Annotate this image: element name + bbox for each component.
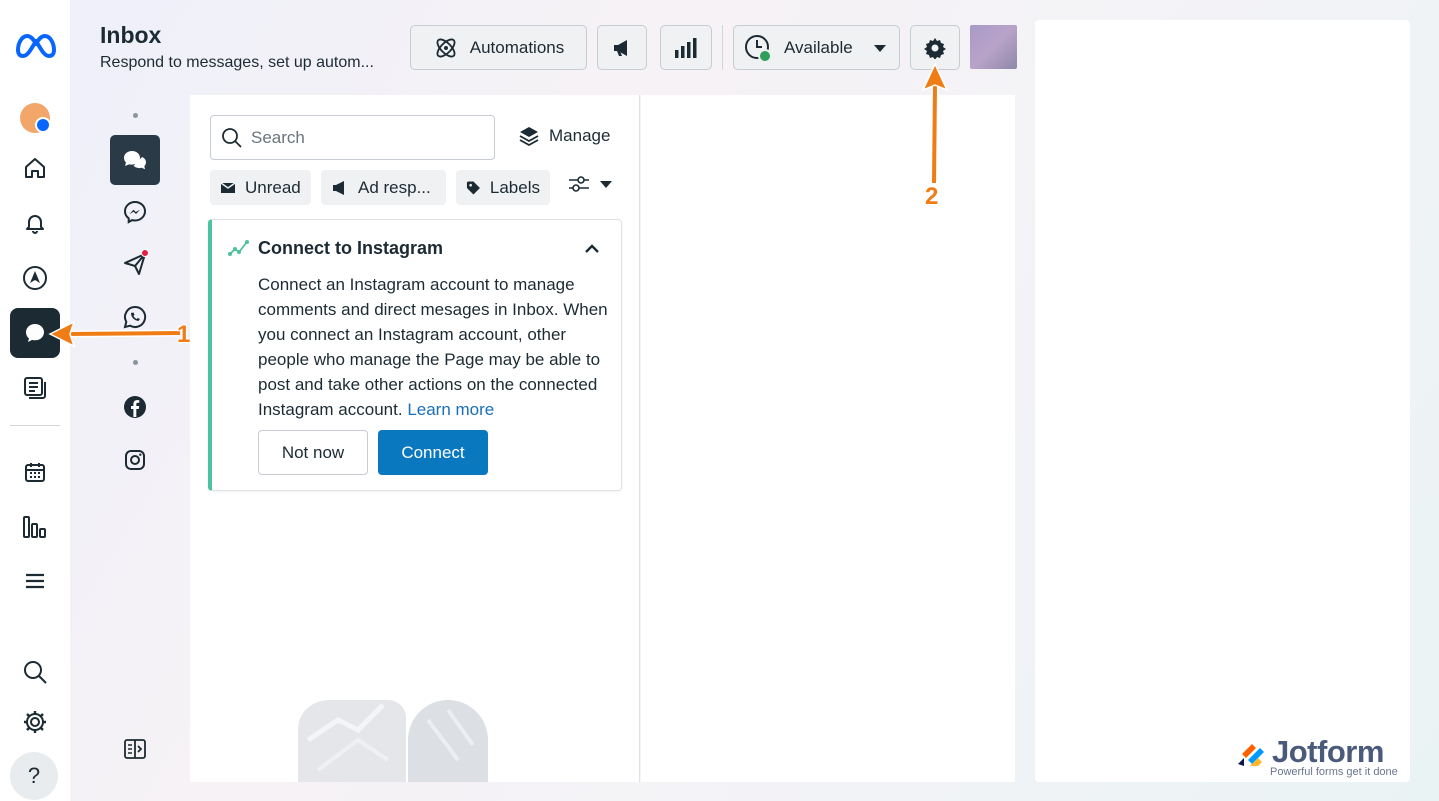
annotation-arrow-1 xyxy=(48,320,181,348)
page-title: Inbox xyxy=(100,22,162,48)
collapse-panel-button[interactable] xyxy=(110,724,160,774)
filter-ad-responses[interactable]: Ad resp... xyxy=(321,170,446,205)
filter-unread-label: Unread xyxy=(245,177,301,197)
page-subtitle: Respond to messages, set up autom... xyxy=(100,54,374,71)
bar-chart-icon xyxy=(675,37,697,58)
profile-thumbnail[interactable] xyxy=(970,25,1017,69)
left-navigation: ? xyxy=(0,0,70,801)
automations-label: Automations xyxy=(469,37,565,57)
envelope-icon xyxy=(220,181,236,193)
jotform-logo-icon xyxy=(1238,744,1264,766)
annotation-label-1: 1 xyxy=(177,321,191,348)
facebook-tab[interactable] xyxy=(110,382,160,432)
search-icon[interactable] xyxy=(10,647,60,697)
filter-settings-button[interactable] xyxy=(568,175,612,193)
filter-labels-label: Labels xyxy=(489,177,540,197)
search-icon xyxy=(222,127,242,148)
chat-bubbles-icon xyxy=(124,151,146,170)
chevron-up-icon[interactable] xyxy=(584,242,600,254)
instagram-icon xyxy=(125,450,145,470)
clock-status-icon xyxy=(744,34,772,63)
separator-dot xyxy=(133,113,138,118)
annotation-arrow-2 xyxy=(921,62,949,184)
annotation-label-2: 2 xyxy=(925,183,939,210)
direct-messages-tab[interactable] xyxy=(110,239,160,289)
settings-gear-icon[interactable] xyxy=(10,697,60,747)
availability-label: Available xyxy=(784,37,853,57)
empty-state-illustration xyxy=(298,700,498,782)
content-pages-icon[interactable] xyxy=(10,363,60,413)
jotform-brand: Jotform xyxy=(1272,734,1384,769)
notifications-bell-icon[interactable] xyxy=(10,198,60,248)
availability-dropdown[interactable]: Available xyxy=(733,25,900,70)
card-body: Connect an Instagram account to manage c… xyxy=(258,272,610,422)
status-dot xyxy=(758,48,772,63)
card-title: Connect to Instagram xyxy=(258,238,444,258)
connection-graph-icon xyxy=(228,240,249,256)
connect-button[interactable]: Connect xyxy=(378,430,488,475)
messenger-icon xyxy=(123,200,147,224)
automations-button[interactable]: Automations xyxy=(410,25,587,70)
filter-ad-responses-label: Ad resp... xyxy=(358,177,431,197)
atom-icon xyxy=(436,38,456,57)
help-button[interactable]: ? xyxy=(10,752,58,800)
contact-info-panel xyxy=(1035,20,1410,782)
separator-dot xyxy=(133,360,138,365)
megaphone-icon xyxy=(614,39,627,56)
search-box[interactable] xyxy=(210,115,495,160)
paper-plane-icon xyxy=(122,249,149,277)
header-divider xyxy=(722,25,723,70)
manage-button[interactable]: Manage xyxy=(518,125,610,147)
all-messages-tab[interactable] xyxy=(110,135,160,185)
menu-icon[interactable] xyxy=(10,556,60,606)
sliders-icon xyxy=(569,176,589,192)
learn-more-link[interactable]: Learn more xyxy=(407,400,494,419)
conversation-detail-panel xyxy=(641,95,1015,782)
help-label: ? xyxy=(27,763,41,788)
messenger-tab[interactable] xyxy=(110,187,160,237)
gear-icon xyxy=(924,37,946,59)
card-body-text: Connect an Instagram account to manage c… xyxy=(258,275,608,419)
megaphone-icon xyxy=(333,180,344,195)
facebook-icon xyxy=(124,396,146,418)
manage-label: Manage xyxy=(549,126,611,145)
insights-bars-icon[interactable] xyxy=(10,502,60,552)
jotform-tagline: Powerful forms get it done xyxy=(1270,766,1398,778)
chevron-down-icon xyxy=(873,44,886,52)
not-now-button[interactable]: Not now xyxy=(258,430,368,475)
calendar-icon[interactable] xyxy=(10,447,60,497)
instagram-tab[interactable] xyxy=(110,435,160,485)
notification-dot xyxy=(141,249,149,257)
tag-icon xyxy=(466,180,480,195)
filter-unread[interactable]: Unread xyxy=(210,170,311,205)
insights-button[interactable] xyxy=(660,25,712,70)
home-icon[interactable] xyxy=(10,143,60,193)
conversation-list-panel: Manage Unread Ad resp... Labels Connect … xyxy=(190,95,640,782)
layers-icon xyxy=(519,127,539,147)
nav-divider xyxy=(10,425,60,426)
filter-labels[interactable]: Labels xyxy=(456,170,550,205)
jotform-watermark: Jotform Powerful forms get it done xyxy=(1236,734,1406,780)
connect-instagram-card: Connect to Instagram Connect an Instagra… xyxy=(208,219,622,491)
meta-logo-icon[interactable] xyxy=(14,30,58,60)
ads-megaphone-button[interactable] xyxy=(597,25,647,70)
sidebar-toggle-icon xyxy=(124,739,146,759)
compass-icon[interactable] xyxy=(10,253,60,303)
search-input[interactable] xyxy=(251,127,481,148)
facebook-badge-icon xyxy=(35,117,51,133)
page-avatar[interactable] xyxy=(20,103,51,133)
chevron-down-icon xyxy=(600,181,612,188)
